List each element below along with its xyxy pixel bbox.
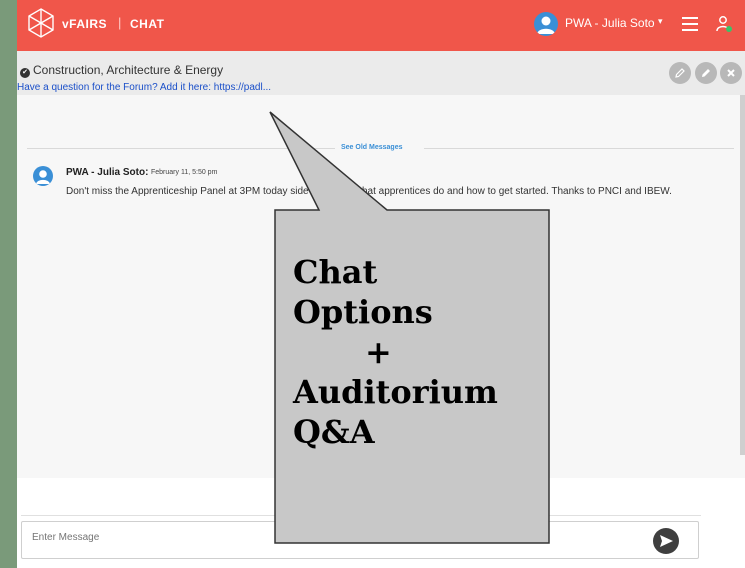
callout-line-3: + xyxy=(365,333,392,371)
callout-line-5: Q&A xyxy=(293,413,375,451)
callout-line-4: Auditorium xyxy=(293,373,498,411)
callout-text: Chat Options + Auditorium Q&A xyxy=(293,252,543,452)
callout-line-1: Chat xyxy=(293,253,378,291)
callout-line-2: Options xyxy=(293,293,433,331)
